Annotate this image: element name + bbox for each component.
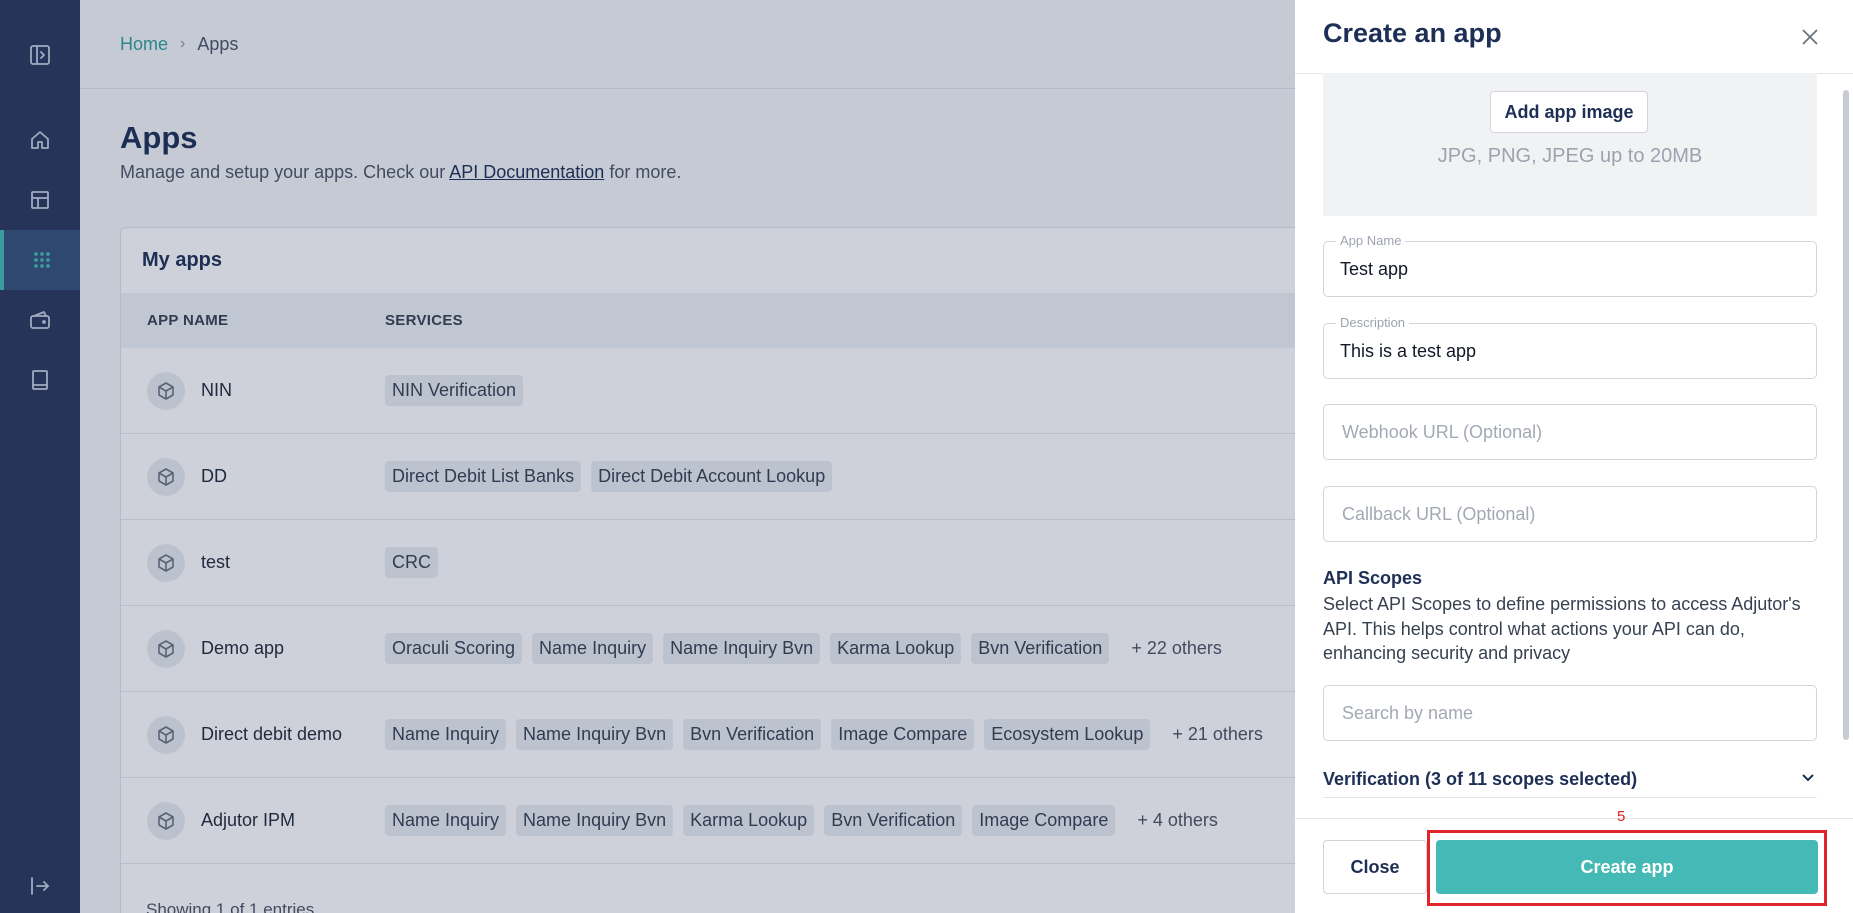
scope-search-placeholder: Search by name	[1342, 703, 1474, 723]
webhook-url-placeholder: Webhook URL (Optional)	[1342, 422, 1543, 442]
app-name-value: Test app	[1340, 259, 1409, 279]
modal-backdrop[interactable]	[0, 0, 1295, 913]
create-app-button[interactable]: Create app	[1436, 840, 1818, 894]
callback-url-placeholder: Callback URL (Optional)	[1342, 504, 1536, 524]
description-value: This is a test app	[1340, 341, 1477, 361]
callback-url-field[interactable]: Callback URL (Optional)	[1323, 486, 1817, 542]
description-label: Description	[1336, 315, 1410, 330]
scope-search-input[interactable]: Search by name	[1323, 685, 1817, 741]
verification-scopes-accordion[interactable]: Verification (3 of 11 scopes selected)	[1323, 762, 1817, 798]
step-marker: 5	[1617, 808, 1626, 825]
add-app-image-button[interactable]: Add app image	[1490, 91, 1648, 133]
api-scopes-description: Select API Scopes to define permissions …	[1323, 594, 1801, 663]
drawer-scrollbar[interactable]	[1843, 90, 1849, 740]
close-button[interactable]: Close	[1323, 840, 1427, 894]
create-app-drawer: Create an app Add app image JPG, PNG, JP…	[1295, 0, 1853, 913]
description-field[interactable]: Description This is a test app	[1323, 315, 1817, 379]
upload-hint: JPG, PNG, JPEG up to 20MB	[1437, 145, 1703, 167]
app-name-field[interactable]: App Name Test app	[1323, 233, 1817, 297]
chevron-down-icon	[1799, 768, 1817, 791]
app-image-upload: Add app image JPG, PNG, JPEG up to 20MB	[1323, 73, 1817, 216]
app-name-label: App Name	[1336, 233, 1406, 248]
footer-divider	[1295, 818, 1853, 819]
webhook-url-field[interactable]: Webhook URL (Optional)	[1323, 404, 1817, 460]
accordion-label: Verification (3 of 11 scopes selected)	[1323, 769, 1638, 789]
close-icon[interactable]	[1795, 22, 1825, 52]
api-scopes-title: API Scopes	[1323, 568, 1423, 588]
drawer-title: Create an app	[1323, 18, 1502, 48]
